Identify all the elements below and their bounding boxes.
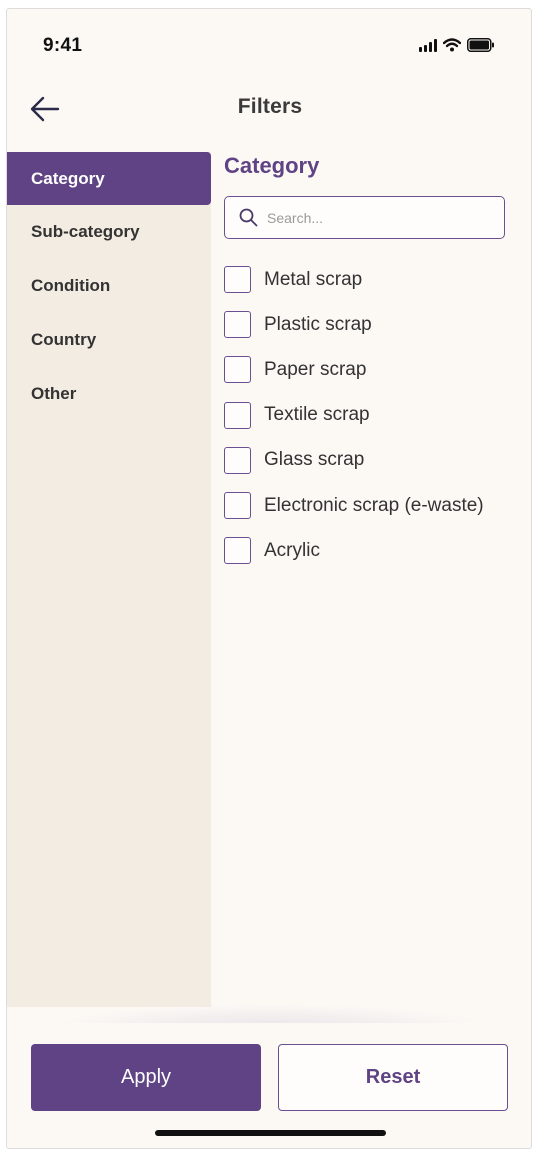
search-input[interactable] (267, 209, 487, 226)
option-label: Plastic scrap (264, 313, 372, 335)
sidebar-item-category[interactable]: Category (7, 152, 211, 205)
search-box[interactable] (224, 196, 505, 239)
option-label: Electronic scrap (e-waste) (264, 494, 484, 516)
section-title: Category (224, 153, 320, 178)
checkbox[interactable] (224, 311, 251, 339)
cellular-signal-icon (419, 38, 437, 52)
sidebar-item-country[interactable]: Country (7, 313, 211, 367)
wifi-icon (443, 38, 461, 52)
sidebar-item-sub-category[interactable]: Sub-category (7, 205, 211, 259)
option-label: Metal scrap (264, 268, 363, 290)
sidebar-item-condition[interactable]: Condition (7, 259, 211, 313)
option-glass-scrap[interactable]: Glass scrap (224, 438, 484, 483)
checkbox[interactable] (224, 446, 251, 474)
checkbox[interactable] (224, 266, 251, 294)
sidebar-item-label: Category (31, 168, 105, 188)
sidebar-item-label: Condition (31, 276, 111, 295)
option-label: Glass scrap (264, 449, 365, 471)
checkbox[interactable] (224, 356, 251, 384)
option-plastic-scrap[interactable]: Plastic scrap (224, 302, 484, 347)
option-label: Acrylic (264, 539, 320, 561)
sidebar-item-other[interactable]: Other (7, 367, 211, 421)
status-time: 9:41 (43, 35, 83, 56)
sidebar-item-label: Country (31, 330, 97, 349)
option-textile-scrap[interactable]: Textile scrap (224, 393, 484, 438)
reset-button[interactable]: Reset (278, 1044, 508, 1111)
sidebar-item-label: Sub-category (31, 222, 140, 241)
option-label: Paper scrap (264, 358, 367, 380)
home-indicator (155, 1130, 386, 1136)
apply-button[interactable]: Apply (31, 1044, 261, 1111)
option-metal-scrap[interactable]: Metal scrap (224, 257, 484, 302)
checkbox[interactable] (224, 537, 251, 565)
checkbox[interactable] (224, 492, 251, 520)
phone-screen: 9:41 Filters Category Sub-category Condi… (6, 8, 532, 1149)
search-icon (239, 208, 258, 227)
status-icons (419, 37, 495, 53)
page-title: Filters (237, 95, 303, 118)
option-label: Textile scrap (264, 404, 370, 426)
footer-bar: Apply Reset (7, 1023, 531, 1148)
sidebar-item-label: Other (31, 384, 77, 403)
filter-sidebar: Category Sub-category Condition Country … (7, 152, 211, 1007)
option-paper-scrap[interactable]: Paper scrap (224, 347, 484, 392)
category-options-list: Metal scrap Plastic scrap Paper scrap Te… (224, 257, 484, 573)
option-acrylic[interactable]: Acrylic (224, 528, 484, 573)
checkbox[interactable] (224, 401, 251, 429)
battery-icon (467, 38, 495, 52)
option-electronic-scrap[interactable]: Electronic scrap (e-waste) (224, 483, 484, 528)
